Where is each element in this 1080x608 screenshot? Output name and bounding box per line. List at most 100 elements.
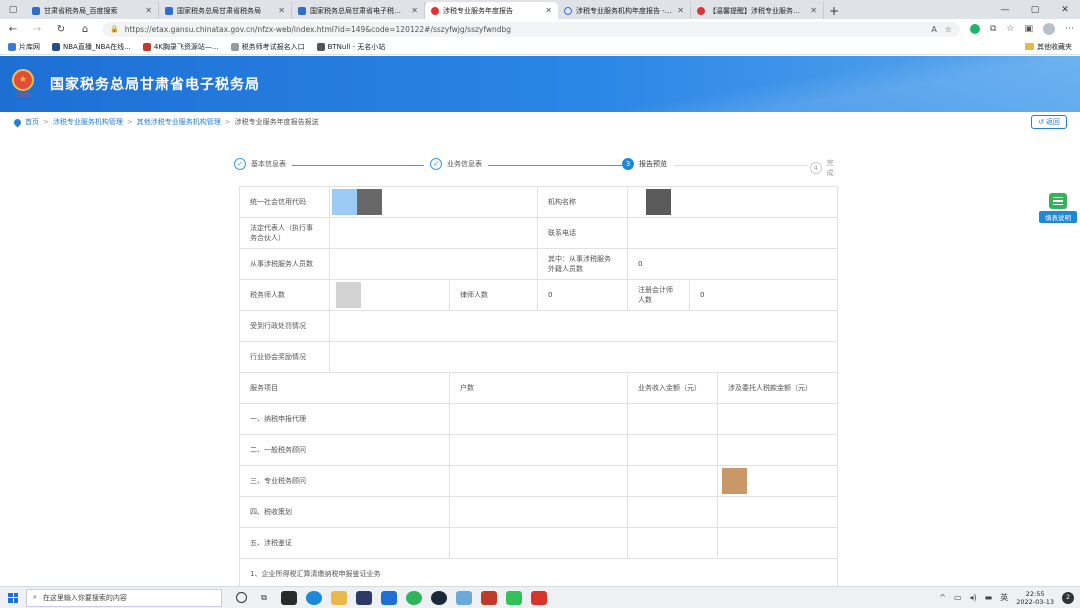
client-tax-value	[717, 403, 838, 435]
notification-icon[interactable]: 2	[1062, 591, 1074, 604]
staff-count-label: 从事涉税服务人员数	[239, 248, 330, 280]
step-connector	[292, 165, 424, 166]
media-player-icon[interactable]	[406, 590, 422, 605]
system-clock[interactable]: 22:55 2022-03-13	[1016, 590, 1054, 606]
tab-title: 【温馨提醒】涉税专业服务机构年	[709, 6, 807, 15]
app-icon[interactable]	[456, 590, 472, 605]
steam-icon[interactable]	[431, 590, 447, 605]
lawyer-count-value: 0	[537, 279, 628, 311]
column-header-service-item: 服务项目	[239, 372, 450, 404]
step-label: 完成	[826, 159, 834, 177]
url-field[interactable]: 🔒 https://etax.gansu.chinatax.gov.cn/nfz…	[102, 21, 960, 37]
client-tax-value	[717, 527, 838, 559]
cortana-icon[interactable]	[236, 592, 247, 603]
bookmark-4k[interactable]: 4K胸录飞资源站—...	[142, 42, 219, 52]
close-tab-icon[interactable]: ✕	[545, 6, 552, 15]
file-explorer-icon[interactable]	[331, 590, 347, 605]
video-app-icon[interactable]	[281, 590, 297, 605]
breadcrumb-separator: >	[43, 118, 49, 126]
bookmark-tax-exam[interactable]: 税务师考试报名入口	[230, 42, 305, 52]
bookmark-pianku[interactable]: 片库网	[8, 42, 40, 52]
legal-rep-label: 法定代表人（执行事务合伙人）	[239, 217, 330, 249]
collections-icon[interactable]: ▣	[1024, 24, 1033, 34]
penalty-label: 受到行政处罚情况	[239, 310, 330, 342]
close-tab-icon[interactable]: ✕	[145, 6, 152, 15]
redaction-mask	[646, 189, 671, 215]
step-complete: 4 完成	[810, 158, 844, 178]
ime-icon[interactable]: 英	[1000, 592, 1008, 603]
tab-gansu-tax-bureau[interactable]: 国家税务总局甘肃省税务局 ✕	[159, 2, 292, 19]
back-arrow-icon[interactable]: ←	[6, 24, 20, 35]
breadcrumb-service-org-mgmt[interactable]: 涉税专业服务机构管理	[53, 117, 123, 127]
extensions-puzzle-icon[interactable]: ⧉	[990, 24, 996, 34]
bookmark-btnull[interactable]: BTNull - 无名小站	[316, 42, 385, 52]
app-icon[interactable]	[481, 590, 497, 605]
task-view-icon[interactable]: ⧉	[256, 591, 272, 605]
table-header-row: 服务项目 户数 业务收入金额（元） 涉及委托人税款金额（元）	[239, 372, 838, 404]
profile-avatar[interactable]	[1043, 23, 1055, 35]
wps-icon[interactable]	[531, 590, 547, 605]
taskbar-search-box[interactable]: ⌕ 在这里输入你要搜索的内容	[26, 588, 222, 607]
close-tab-icon[interactable]: ✕	[810, 6, 817, 15]
tab-etax[interactable]: 国家税务总局甘肃省电子税务局 ✕	[292, 2, 425, 19]
legal-rep-value	[329, 217, 538, 249]
extension-icon[interactable]	[969, 24, 980, 34]
org-name-label: 机构名称	[537, 186, 628, 218]
credit-code-label: 统一社会信用代码	[239, 186, 330, 218]
window-controls: — ▢ ✕	[990, 0, 1080, 19]
table-row: 二、一般税务顾问	[239, 434, 838, 466]
emblem-text: 中国税务	[15, 92, 31, 97]
bookmark-icon	[230, 42, 239, 51]
breadcrumb-current: 涉税专业服务年度报告报送	[234, 118, 319, 126]
home-icon[interactable]: ⌂	[78, 24, 92, 35]
lawyer-count-label: 律师人数	[449, 279, 538, 311]
network-icon[interactable]: ▭	[954, 593, 962, 602]
read-aloud-icon[interactable]: A	[931, 25, 936, 34]
close-window-icon[interactable]: ✕	[1050, 5, 1080, 15]
form-instructions-button[interactable]: 填表说明	[1039, 193, 1077, 223]
clock-time: 22:55	[1025, 589, 1045, 598]
refresh-icon[interactable]: ↻	[54, 24, 68, 35]
page-favicon-icon	[298, 6, 306, 15]
tab-actions-icon[interactable]: ▢	[0, 0, 26, 19]
households-value	[449, 527, 628, 559]
new-tab-icon[interactable]: +	[824, 2, 844, 19]
breadcrumb-other-org-mgmt[interactable]: 其他涉税专业服务机构管理	[137, 117, 221, 127]
more-menu-icon[interactable]: ⋯	[1065, 24, 1074, 34]
wechat-icon[interactable]	[506, 590, 522, 605]
tab-reminder[interactable]: 【温馨提醒】涉税专业服务机构年 ✕	[691, 2, 824, 19]
chevron-up-icon[interactable]: ^	[939, 593, 946, 602]
forward-arrow-icon[interactable]: →	[30, 24, 44, 35]
households-value	[449, 465, 628, 497]
check-icon: ✓	[430, 158, 442, 170]
tab-search-results[interactable]: 涉税专业服务机构年度报告 - 搜 ✕	[558, 2, 691, 19]
table-row: 受到行政处罚情况	[239, 310, 838, 342]
minimize-icon[interactable]: —	[990, 5, 1020, 15]
volume-icon[interactable]: ◂)	[970, 593, 977, 602]
tax-agent-count-value	[329, 279, 450, 311]
tab-annual-report[interactable]: 涉税专业服务年度报告 ✕	[425, 2, 558, 19]
favorites-icon[interactable]: ☆	[1006, 24, 1014, 34]
close-tab-icon[interactable]: ✕	[411, 6, 418, 15]
start-button[interactable]	[0, 587, 26, 608]
visual-studio-icon[interactable]	[356, 590, 372, 605]
close-tab-icon[interactable]: ✕	[278, 6, 285, 15]
windows-logo-icon	[8, 592, 18, 603]
favorite-star-icon[interactable]: ☆	[945, 25, 952, 34]
phone-label: 联系电话	[537, 217, 628, 249]
close-tab-icon[interactable]: ✕	[677, 6, 684, 15]
return-button[interactable]: ↺ 返回	[1031, 115, 1067, 129]
battery-icon[interactable]: ▬	[985, 593, 993, 602]
other-favorites[interactable]: 其他收藏夹	[1025, 42, 1072, 52]
maximize-icon[interactable]: ▢	[1020, 5, 1050, 15]
tab-baidu-search[interactable]: 甘肃省税务局_百度搜索 ✕	[26, 2, 159, 19]
search-favicon-icon	[564, 6, 572, 15]
breadcrumb-separator: >	[126, 118, 133, 126]
mail-icon[interactable]	[381, 590, 397, 605]
edge-browser-icon[interactable]	[306, 590, 322, 605]
breadcrumb-home[interactable]: 首页	[25, 117, 39, 127]
url-text[interactable]: https://etax.gansu.chinatax.gov.cn/nfzx-…	[125, 25, 926, 34]
bookmark-nba[interactable]: NBA直播_NBA在线...	[52, 42, 131, 52]
breadcrumb-separator: >	[224, 118, 231, 126]
progress-steps: ✓ 基本信息表 ✓ 业务信息表 3 报告预览 4 完成	[234, 158, 844, 178]
